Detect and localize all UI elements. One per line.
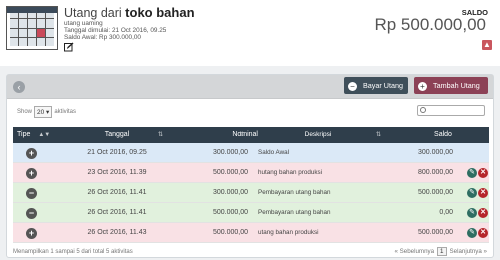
plus-circle-icon: + [26,167,37,179]
add-debt-button[interactable]: + Tambah Utang [414,77,488,94]
delete-icon[interactable]: ✕ [478,188,488,198]
plus-circle-icon: + [26,227,37,239]
add-icon[interactable]: ▲ [482,40,492,50]
row-nominal: 500.000,00 [212,209,248,216]
current-page[interactable]: 1 [437,247,447,256]
minus-icon: − [348,81,357,91]
delete-icon[interactable]: ✕ [478,168,488,178]
calendar-icon [6,6,58,50]
row-nominal: 300.000,00 [212,189,248,196]
minus-circle-icon: − [26,187,37,199]
delete-icon[interactable]: ✕ [478,208,488,218]
row-saldo: 300.000,00 [417,149,453,156]
account-header: Utang dari toko bahan utang uaming Tangg… [0,0,500,66]
table-row[interactable]: −26 Oct 2016, 11.41 300.000,00 Pembayaran … [13,183,489,203]
page-size-suffix: aktivitas [54,109,77,115]
plus-icon: + [418,81,427,91]
table-row[interactable]: +23 Oct 2016, 11.39 500.000,00 hutang baha… [13,163,489,183]
pagination: « Sebelumnya 1 Selanjutnya » [394,247,487,256]
page-size-control: Show 20 ▾ aktivitas [17,106,76,118]
row-date: 23 Oct 2016, 11.39 [87,169,147,176]
table-row[interactable]: +26 Oct 2016, 11.43 500.000,00 utang bahan… [13,223,489,243]
activity-table: +21 Oct 2016, 09.25 300.000,00 Saldo Awal 3… [13,143,489,243]
col-type[interactable]: Tipe ▲▼ [17,127,57,143]
search-input[interactable] [417,105,485,116]
pay-debt-label: Bayar Utang [363,81,403,90]
edit-icon[interactable]: ✎ [467,208,477,218]
page-size-select[interactable]: 20 ▾ [34,106,53,118]
row-date: 26 Oct 2016, 11.41 [87,209,147,216]
pay-debt-button[interactable]: − Bayar Utang [344,77,408,94]
next-page-link[interactable]: Selanjutnya » [450,248,488,255]
table-row[interactable]: −26 Oct 2016, 11.41 500.000,00 Pembayaran … [13,203,489,223]
start-date: Tanggal dimulai: 21 Oct 2016, 09.25 [64,27,167,34]
row-saldo: 800.000,00 [417,169,453,176]
col-saldo[interactable]: Saldo [393,127,493,143]
edit-icon[interactable]: ✎ [467,228,477,238]
add-debt-label: Tambah Utang [433,81,480,90]
edit-icon[interactable]: ✎ [467,168,477,178]
edit-icon[interactable]: ✎ [467,188,477,198]
table-summary: Menampilkan 1 sampai 5 dari total 5 akti… [13,249,133,255]
page-title: Utang dari toko bahan [64,5,195,20]
minus-circle-icon: − [26,207,37,219]
creditor-name: toko bahan [125,5,195,20]
row-nominal: 500.000,00 [212,169,248,176]
show-label: Show [17,109,33,115]
table-header: Tipe ▲▼ Tanggal ⇅ Nominal ⇅ Deskripsi ⇅ … [13,127,489,143]
table-row[interactable]: +21 Oct 2016, 09.25 300.000,00 Saldo Awal 3… [13,143,489,163]
row-saldo: 500.000,00 [417,189,453,196]
row-saldo: 500.000,00 [417,229,453,236]
row-saldo: 0,00 [439,209,453,216]
col-description[interactable]: Deskripsi [253,127,383,143]
debt-subtitle: utang uaming [64,20,103,27]
row-date: 21 Oct 2016, 09.25 [87,149,147,156]
edit-icon[interactable] [64,42,74,52]
search-icon [420,107,426,113]
panel-toolbar: ‹ − Bayar Utang + Tambah Utang [7,75,493,99]
row-date: 26 Oct 2016, 11.43 [87,229,147,236]
row-nominal: 300.000,00 [212,149,248,156]
activity-panel: ‹ − Bayar Utang + Tambah Utang Show 20 ▾ a… [6,74,494,258]
plus-circle-icon: + [26,147,37,159]
prev-page-link[interactable]: « Sebelumnya [394,248,434,255]
row-nominal: 500.000,00 [212,229,248,236]
saldo-value: Rp 500.000,00 [374,15,486,34]
back-button[interactable]: ‹ [13,81,25,93]
title-prefix: Utang dari [64,6,122,20]
row-date: 26 Oct 2016, 11.41 [87,189,147,196]
initial-balance: Saldo Awal: Rp 300.000,00 [64,34,141,41]
col-date[interactable]: Tanggal [67,127,167,143]
delete-icon[interactable]: ✕ [478,228,488,238]
